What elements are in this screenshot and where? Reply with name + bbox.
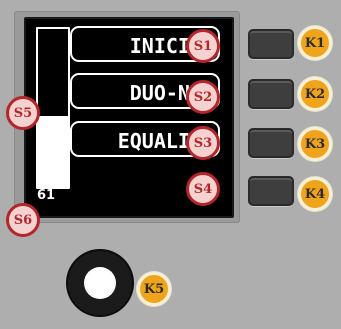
callout-k1: K1	[298, 26, 332, 60]
callout-s6: S6	[6, 203, 40, 237]
callout-s4: S4	[186, 172, 220, 206]
rotary-encoder-knob[interactable]	[68, 251, 132, 315]
callout-k4: K4	[298, 177, 332, 211]
callout-k5: K5	[137, 272, 171, 306]
callout-k3: K3	[298, 127, 332, 161]
device-panel: 61 INICIO DUO-NE EQUALIZ S1 S2 S3 S4 S5 …	[0, 0, 341, 329]
knob-center	[84, 267, 116, 299]
softkey-2-button[interactable]	[248, 79, 294, 109]
callout-k2: K2	[298, 77, 332, 111]
softkey-4-button[interactable]	[248, 176, 294, 206]
softkey-3-button[interactable]	[248, 128, 294, 158]
level-meter-fill	[38, 115, 68, 187]
softkey-1-button[interactable]	[248, 29, 294, 59]
callout-s5: S5	[6, 96, 40, 130]
callout-s2: S2	[186, 80, 220, 114]
callout-s3: S3	[186, 126, 220, 160]
callout-s1: S1	[186, 29, 220, 63]
level-meter-value: 61	[37, 188, 56, 203]
level-meter	[36, 27, 70, 189]
